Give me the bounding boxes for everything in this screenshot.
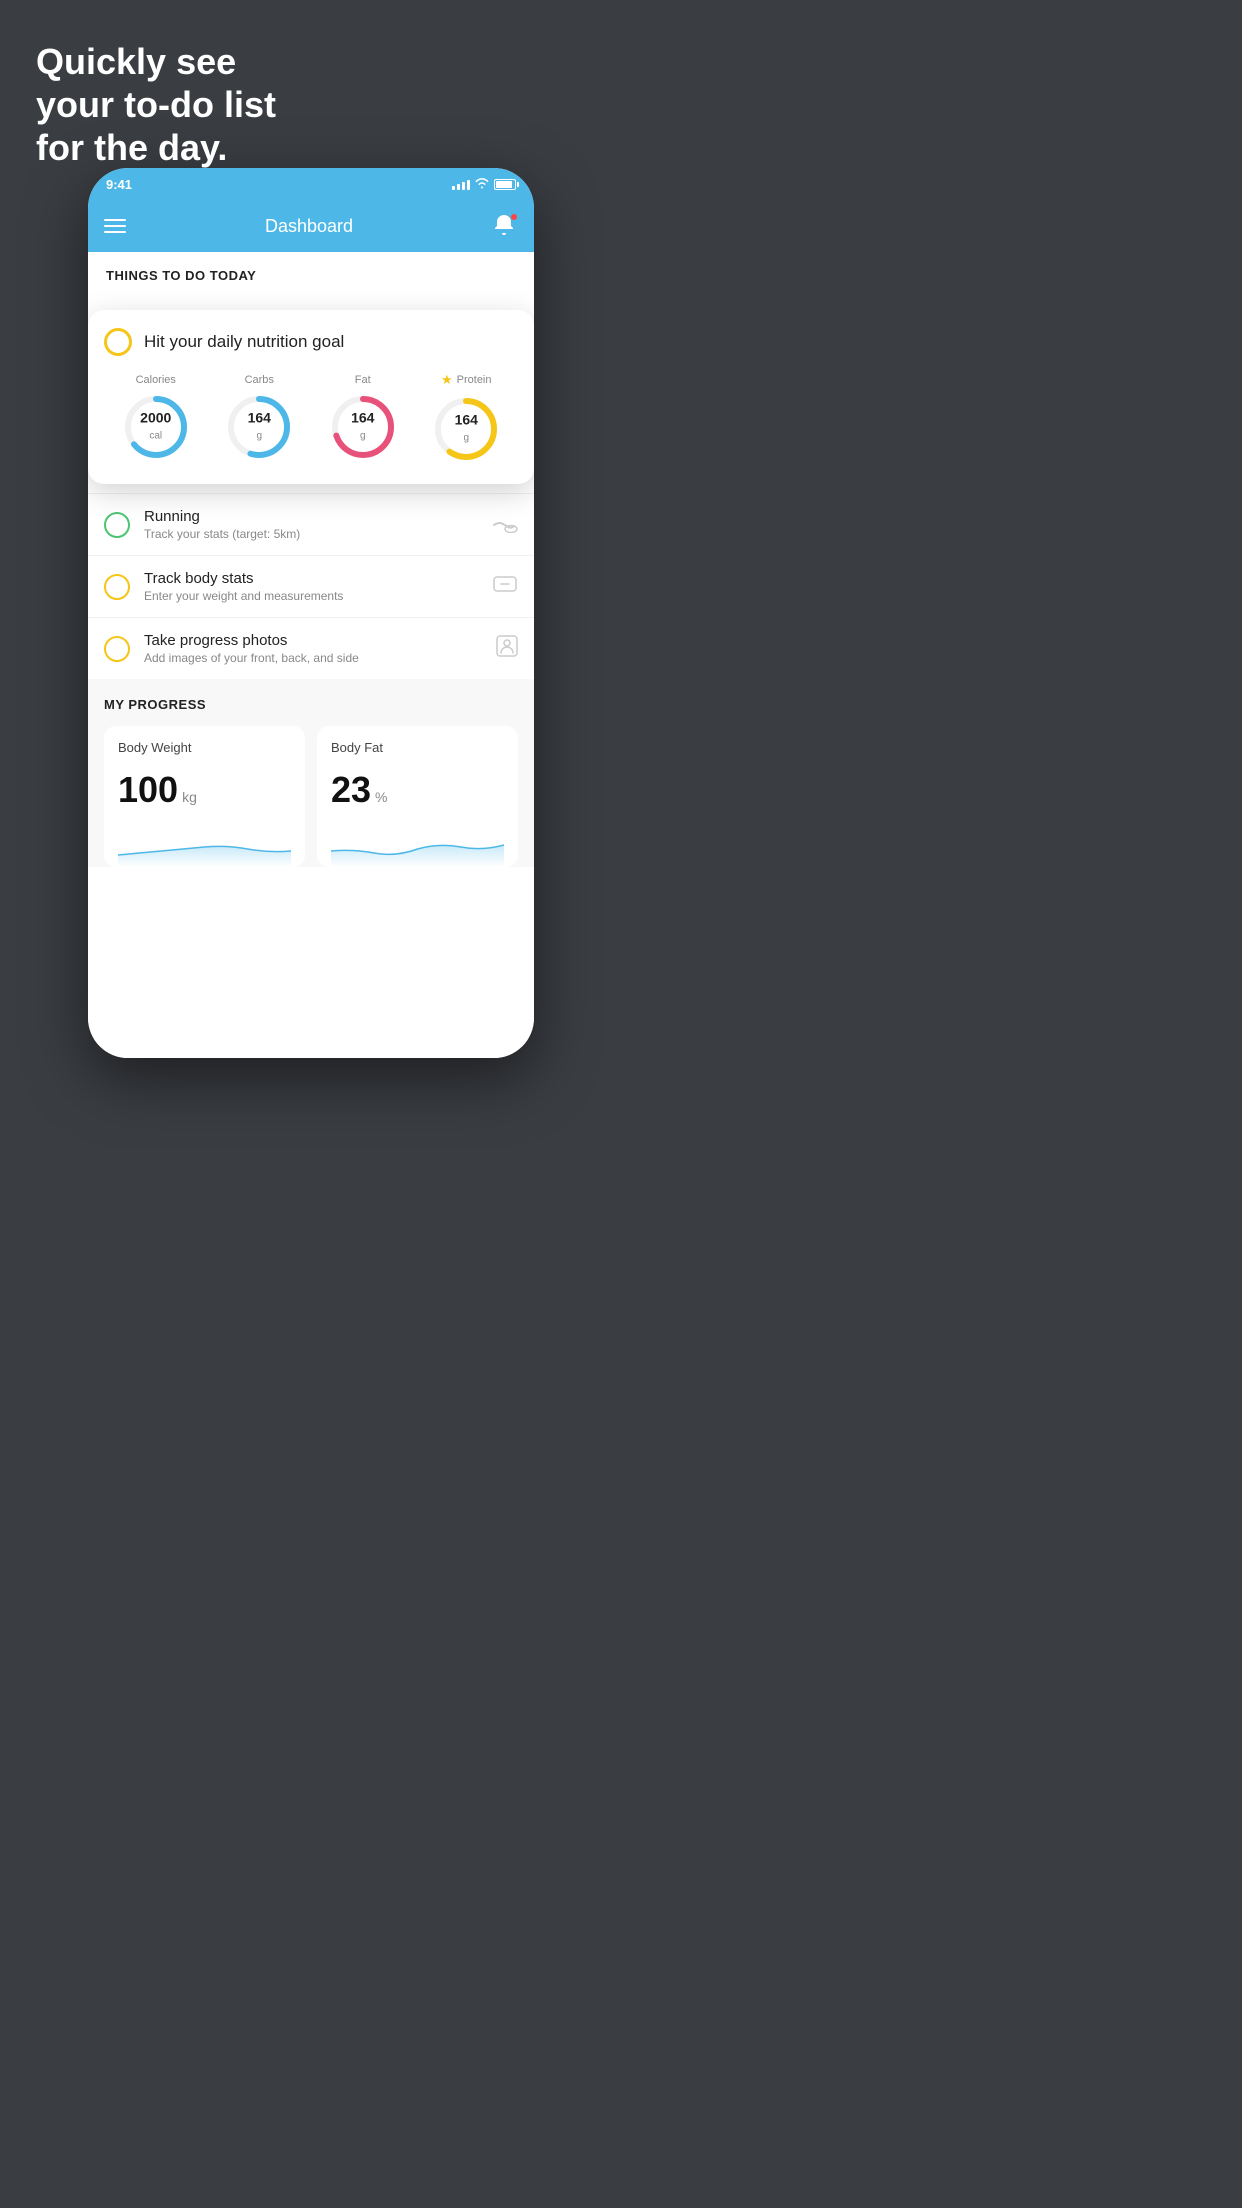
- status-bar: 9:41: [88, 168, 534, 200]
- carbs-unit: g: [256, 431, 262, 442]
- macro-label-calories: Calories: [136, 374, 176, 386]
- macro-label-protein: ★ Protein: [441, 372, 492, 388]
- body-fat-title: Body Fat: [331, 740, 504, 755]
- body-weight-title: Body Weight: [118, 740, 291, 755]
- body-fat-num: 23: [331, 769, 371, 811]
- nav-bar: Dashboard: [88, 200, 534, 252]
- todo-circle-running: [104, 512, 130, 538]
- todo-text-photos: Take progress photos Add images of your …: [144, 632, 482, 665]
- status-time: 9:41: [106, 177, 132, 192]
- todo-circle-body-stats: [104, 574, 130, 600]
- donut-carbs: 164 g: [224, 392, 294, 462]
- macro-fat: Fat 164 g: [328, 374, 398, 462]
- todo-title-body-stats: Track body stats: [144, 570, 478, 587]
- notification-button[interactable]: [492, 213, 518, 239]
- progress-heading: MY PROGRESS: [104, 697, 518, 712]
- body-fat-unit: %: [375, 789, 387, 805]
- star-icon: ★: [441, 372, 453, 388]
- calories-value: 2000: [140, 411, 171, 426]
- todo-circle-photos: [104, 636, 130, 662]
- signal-icon: [452, 178, 470, 190]
- person-icon: [496, 635, 518, 663]
- todo-item-body-stats[interactable]: Track body stats Enter your weight and m…: [88, 555, 534, 617]
- nav-title: Dashboard: [265, 216, 353, 237]
- donut-fat: 164 g: [328, 392, 398, 462]
- body-weight-unit: kg: [182, 789, 197, 805]
- todo-subtitle-photos: Add images of your front, back, and side: [144, 651, 482, 665]
- macros-row: Calories 2000 cal Carbs: [104, 372, 518, 464]
- todo-subtitle-running: Track your stats (target: 5km): [144, 527, 476, 541]
- section-heading: THINGS TO DO TODAY: [88, 252, 534, 293]
- running-icon: [490, 511, 518, 539]
- todo-item-running[interactable]: Running Track your stats (target: 5km): [88, 493, 534, 555]
- macro-calories: Calories 2000 cal: [121, 374, 191, 462]
- macro-label-carbs: Carbs: [245, 374, 274, 386]
- carbs-value: 164: [248, 411, 271, 426]
- progress-section: MY PROGRESS Body Weight 100 kg: [88, 679, 534, 867]
- body-fat-chart: [331, 827, 504, 867]
- donut-calories: 2000 cal: [121, 392, 191, 462]
- fat-unit: g: [360, 431, 366, 442]
- menu-button[interactable]: [104, 219, 126, 233]
- donut-protein: 164 g: [431, 394, 501, 464]
- scale-icon: [492, 573, 518, 601]
- wifi-icon: [475, 177, 489, 192]
- fat-value: 164: [351, 411, 374, 426]
- todo-title-photos: Take progress photos: [144, 632, 482, 649]
- nutrition-card-title: Hit your daily nutrition goal: [144, 332, 344, 352]
- body-weight-chart: [118, 827, 291, 867]
- phone-mockup: 9:41 Dashboard: [88, 168, 534, 1058]
- macro-label-fat: Fat: [355, 374, 371, 386]
- status-icons: [452, 177, 516, 192]
- todo-item-photos[interactable]: Take progress photos Add images of your …: [88, 617, 534, 679]
- macro-protein: ★ Protein 164 g: [431, 372, 501, 464]
- todo-subtitle-body-stats: Enter your weight and measurements: [144, 589, 478, 603]
- macro-carbs: Carbs 164 g: [224, 374, 294, 462]
- protein-value: 164: [455, 413, 478, 428]
- notification-dot: [510, 213, 518, 221]
- body-fat-value-row: 23 %: [331, 769, 504, 811]
- todo-list: Running Track your stats (target: 5km) T…: [88, 493, 534, 679]
- battery-icon: [494, 179, 516, 190]
- body-weight-value-row: 100 kg: [118, 769, 291, 811]
- body-weight-num: 100: [118, 769, 178, 811]
- protein-unit: g: [463, 433, 469, 444]
- todo-text-body-stats: Track body stats Enter your weight and m…: [144, 570, 478, 603]
- progress-cards: Body Weight 100 kg: [104, 726, 518, 867]
- progress-card-fat[interactable]: Body Fat 23 %: [317, 726, 518, 867]
- todo-text-running: Running Track your stats (target: 5km): [144, 508, 476, 541]
- todo-title-running: Running: [144, 508, 476, 525]
- progress-card-weight[interactable]: Body Weight 100 kg: [104, 726, 305, 867]
- hero-text: Quickly see your to-do list for the day.: [36, 40, 276, 170]
- calories-unit: cal: [149, 431, 162, 442]
- app-content: THINGS TO DO TODAY Hit your daily nutrit…: [88, 252, 534, 1058]
- nutrition-card: Hit your daily nutrition goal Calories 2…: [88, 310, 534, 484]
- todo-circle-nutrition[interactable]: [104, 328, 132, 356]
